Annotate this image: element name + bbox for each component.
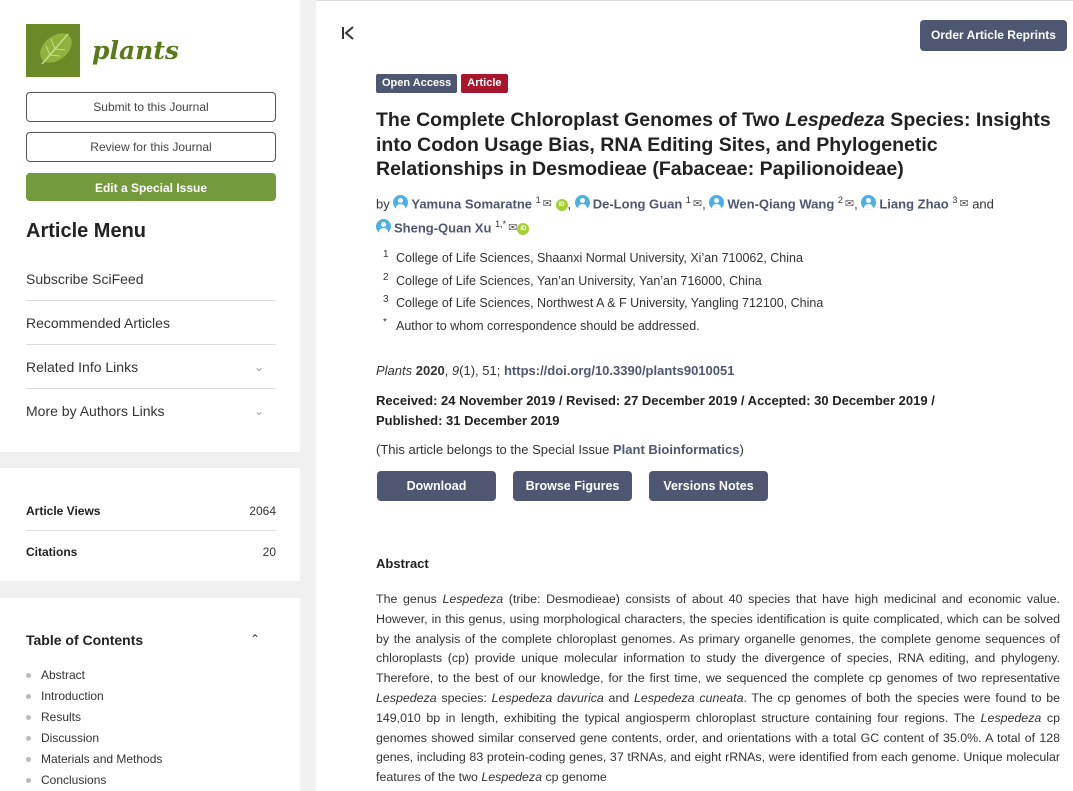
citation-line: Plants 2020, 9(1), 51; https://doi.org/1…	[376, 363, 735, 378]
person-icon	[376, 219, 391, 235]
affiliation-item: 1 College of Life Sciences, Shaanxi Norma…	[383, 249, 803, 265]
orcid-icon[interactable]: iD	[555, 199, 568, 212]
article-type-badge: Article	[461, 74, 508, 93]
menu-item-more-by-authors[interactable]: More by Authors Links ⌄	[26, 389, 276, 433]
stat-value: 2064	[249, 504, 276, 518]
abstract-text: The genus Lespedeza (tribe: Desmodieae) …	[376, 592, 1060, 785]
special-issue-link[interactable]: Plant Bioinformatics	[613, 442, 739, 457]
mail-icon[interactable]: ✉	[543, 195, 552, 215]
article-stats-card: Article Views 2064 Citations 20	[0, 468, 300, 581]
chevron-down-icon[interactable]: ⌄	[254, 345, 264, 389]
author-link[interactable]: De-Long Guan	[593, 196, 683, 211]
article-menu-title: Article Menu	[26, 220, 147, 242]
orcid-icon[interactable]: iD	[517, 223, 530, 236]
menu-item-label: Recommended Articles	[26, 315, 170, 331]
affiliation-item: * Author to whom correspondence should be…	[383, 316, 700, 333]
menu-item-recommended-articles[interactable]: Recommended Articles	[26, 301, 276, 345]
chevron-down-icon[interactable]: ⌄	[254, 389, 264, 433]
author-link[interactable]: Sheng-Quan Xu	[394, 220, 492, 235]
stat-citations: Citations 20	[26, 532, 276, 572]
toc-item-materials-methods[interactable]: Materials and Methods	[26, 752, 162, 773]
journal-name: plants	[92, 36, 179, 65]
affiliations: 1 College of Life Sciences, Shaanxi Norma…	[376, 249, 823, 339]
article-main: Order Article Reprints Open Access Artic…	[316, 0, 1073, 791]
review-for-journal-button[interactable]: Review for this Journal	[26, 132, 276, 162]
stat-article-views: Article Views 2064	[26, 491, 276, 531]
download-button[interactable]: Download	[377, 471, 496, 501]
collapse-sidebar-icon[interactable]	[341, 25, 355, 46]
toc-item-abstract[interactable]: Abstract	[26, 668, 162, 689]
mail-icon[interactable]: ✉	[845, 195, 854, 215]
stat-label: Citations	[26, 545, 78, 559]
menu-item-label: Related Info Links	[26, 359, 139, 375]
submit-to-journal-button[interactable]: Submit to this Journal	[26, 92, 276, 122]
open-access-badge: Open Access	[376, 74, 458, 93]
toc-item-conclusions[interactable]: Conclusions	[26, 773, 162, 791]
toc-item-introduction[interactable]: Introduction	[26, 689, 162, 710]
mail-icon[interactable]: ✉	[508, 219, 517, 239]
toc-item-discussion[interactable]: Discussion	[26, 731, 162, 752]
browse-figures-button[interactable]: Browse Figures	[513, 471, 632, 501]
versions-notes-button[interactable]: Versions Notes	[649, 471, 768, 501]
person-icon	[393, 195, 409, 211]
stat-value: 20	[262, 545, 276, 559]
sidebar-top-card: plants Submit to this Journal Review for…	[0, 0, 300, 452]
author-list: by Yamuna Somaratne 1 ✉ iD, De-Long Guan …	[376, 191, 1066, 239]
person-icon	[861, 195, 877, 211]
affiliation-item: 2 College of Life Sciences, Yan’an Univer…	[383, 271, 762, 288]
special-issue-note: (This article belongs to the Special Iss…	[376, 442, 744, 457]
menu-item-label: Subscribe SciFeed	[26, 271, 144, 287]
doi-link[interactable]: https://doi.org/10.3390/plants9010051	[504, 363, 734, 378]
stat-label: Article Views	[26, 504, 101, 518]
mail-icon[interactable]: ✉	[693, 195, 702, 215]
chevron-up-icon[interactable]: ⌃	[250, 632, 260, 646]
menu-item-label: More by Authors Links	[26, 403, 165, 419]
author-link[interactable]: Wen-Qiang Wang	[727, 196, 834, 211]
article-title: The Complete Chloroplast Genomes of Two …	[376, 109, 1051, 180]
author-link[interactable]: Liang Zhao	[879, 196, 948, 211]
person-icon	[574, 195, 590, 211]
abstract-heading: Abstract	[376, 556, 429, 571]
toc-item-results[interactable]: Results	[26, 710, 162, 731]
table-of-contents-card: Table of Contents ⌃ Abstract Introductio…	[0, 598, 300, 791]
affiliation-item: 3 College of Life Sciences, Northwest A &…	[383, 294, 824, 310]
person-icon	[709, 195, 725, 211]
leaf-logo-icon	[26, 24, 80, 77]
edit-special-issue-button[interactable]: Edit a Special Issue	[26, 173, 276, 201]
menu-item-related-info-links[interactable]: Related Info Links ⌄	[26, 345, 276, 389]
order-reprints-button[interactable]: Order Article Reprints	[920, 20, 1067, 51]
toc-title: Table of Contents	[26, 632, 144, 648]
journal-logo[interactable]: plants	[26, 24, 179, 77]
author-link[interactable]: Yamuna Somaratne	[411, 196, 532, 211]
publication-dates: Received: 24 November 2019 / Revised: 27…	[376, 393, 935, 428]
mail-icon[interactable]: ✉	[959, 195, 968, 215]
toc-list: Abstract Introduction Results Discussion…	[26, 668, 162, 791]
menu-item-subscribe-scifeed[interactable]: Subscribe SciFeed	[26, 257, 276, 301]
article-badges: Open Access Article	[376, 74, 508, 93]
